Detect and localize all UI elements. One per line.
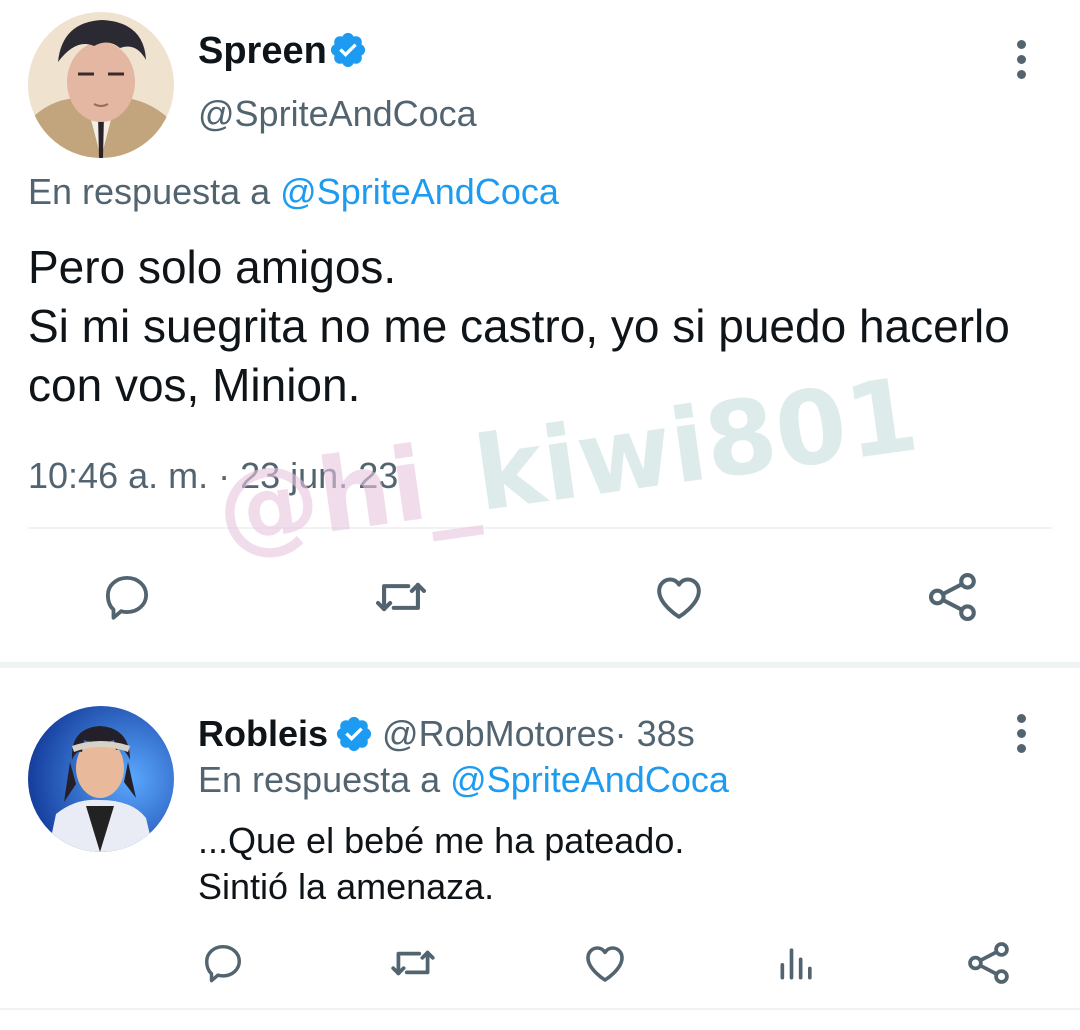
- heart-icon: [657, 577, 701, 619]
- reply-to-prefix: En respuesta a: [198, 759, 441, 800]
- tweet-text: Pero solo amigos. Si mi suegrita no me c…: [28, 241, 1010, 411]
- retweet-icon: [375, 582, 427, 612]
- reply-button[interactable]: [196, 936, 250, 990]
- more-options-icon[interactable]: [1006, 34, 1036, 84]
- spreen-avatar[interactable]: [28, 12, 174, 158]
- views-button[interactable]: [770, 936, 824, 990]
- share-button[interactable]: [922, 566, 984, 628]
- bar-chart-icon: [780, 948, 812, 980]
- share-icon: [928, 572, 976, 622]
- tweet-time-ago[interactable]: · 38s: [615, 712, 695, 756]
- robleis-avatar[interactable]: [28, 706, 174, 852]
- like-button[interactable]: [648, 566, 710, 628]
- author-handle[interactable]: @RobMotores: [382, 712, 615, 756]
- author-display-name[interactable]: Spreen: [198, 28, 327, 74]
- reply-to-prefix: En respuesta a: [28, 171, 271, 212]
- share-icon: [968, 942, 1009, 984]
- heart-icon: [586, 946, 624, 982]
- reply-to-mention-link[interactable]: @SpriteAndCoca: [450, 759, 729, 800]
- tweet-text: ...Que el bebé me ha pateado. Sintió la …: [198, 820, 685, 907]
- reply-to-mention-link[interactable]: @SpriteAndCoca: [280, 171, 559, 212]
- retweet-button[interactable]: [386, 936, 440, 990]
- retweet-icon: [391, 950, 435, 976]
- avatar-illustration: [28, 706, 174, 852]
- retweet-button[interactable]: [370, 566, 432, 628]
- verified-badge-icon: [336, 716, 372, 752]
- author-display-name[interactable]: Robleis: [198, 712, 328, 756]
- tweet-timestamp[interactable]: 10:46 a. m. · 23 jun. 23: [28, 454, 398, 498]
- reply-context: En respuesta a @SpriteAndCoca: [198, 758, 729, 802]
- verified-badge-icon: [330, 32, 366, 68]
- like-button[interactable]: [578, 936, 632, 990]
- divider: [0, 1008, 1080, 1010]
- share-button[interactable]: [962, 936, 1016, 990]
- avatar-illustration: [28, 12, 174, 158]
- divider: [28, 527, 1052, 529]
- more-options-icon[interactable]: [1006, 708, 1036, 758]
- reply-tweet[interactable]: Robleis @RobMotores · 38s En respuesta a…: [0, 668, 1080, 1030]
- main-tweet: Spreen @SpriteAndCoca En respuesta a @Sp…: [0, 0, 1080, 662]
- reply-header: Robleis @RobMotores · 38s: [198, 712, 695, 756]
- comment-icon: [105, 575, 149, 620]
- comment-icon: [204, 944, 242, 983]
- reply-context: En respuesta a @SpriteAndCoca: [28, 170, 559, 214]
- reply-button[interactable]: [96, 566, 158, 628]
- author-handle[interactable]: @SpriteAndCoca: [198, 92, 477, 136]
